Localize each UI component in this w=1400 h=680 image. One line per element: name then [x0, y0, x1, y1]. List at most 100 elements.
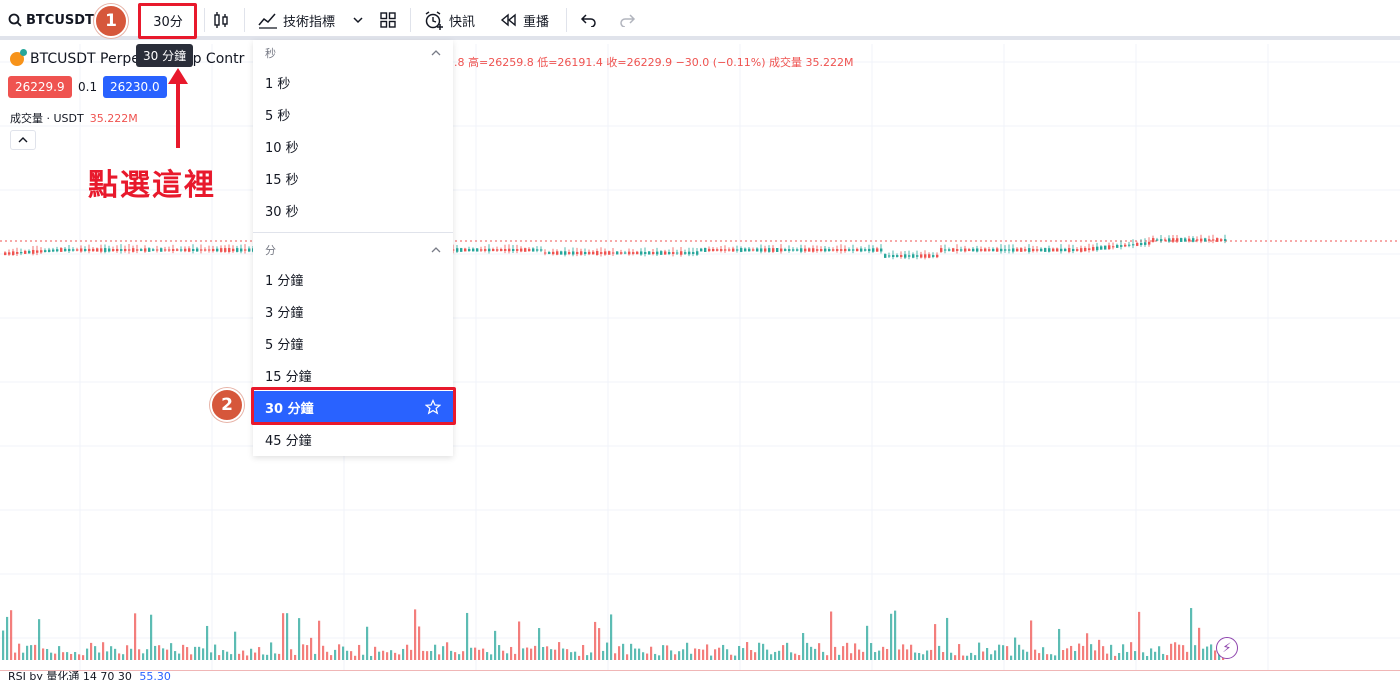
undo-button[interactable]	[580, 6, 598, 34]
spread-value: 0.1	[78, 80, 98, 94]
price-chart[interactable]	[0, 44, 1400, 674]
volume-bar	[42, 648, 45, 660]
candle	[1140, 242, 1143, 246]
candle	[220, 248, 223, 252]
candle	[976, 248, 979, 252]
candle	[648, 251, 651, 255]
candle	[1080, 248, 1083, 252]
volume-bar	[1102, 646, 1105, 660]
volume-bar	[98, 652, 101, 660]
candle	[1008, 249, 1011, 251]
interval-option[interactable]: 1 分鐘	[253, 263, 453, 295]
candle	[984, 248, 987, 252]
indicators-button[interactable]: 技術指標	[258, 6, 335, 34]
collapse-legend-button[interactable]	[10, 130, 36, 150]
volume-bar	[470, 647, 473, 660]
candle	[1132, 244, 1135, 246]
interval-option[interactable]: 3 分鐘	[253, 295, 453, 327]
volume-bar	[182, 644, 185, 660]
candle	[580, 251, 583, 255]
candle	[72, 249, 75, 251]
volume-bar	[598, 628, 601, 660]
interval-option[interactable]: 30 秒	[253, 194, 453, 226]
candle	[16, 252, 19, 254]
volume-bar	[1118, 652, 1121, 660]
volume-bar	[1106, 653, 1109, 660]
volume-bar	[726, 649, 729, 660]
candle	[1056, 248, 1059, 252]
volume-bar	[758, 642, 761, 660]
candle	[816, 249, 819, 251]
interval-option[interactable]: 15 秒	[253, 162, 453, 194]
minutes-section-header[interactable]: 分	[253, 237, 453, 263]
candle	[1100, 246, 1103, 250]
volume-bar	[1146, 655, 1149, 660]
candle	[136, 249, 139, 251]
candle	[96, 248, 99, 252]
interval-option[interactable]: 5 分鐘	[253, 327, 453, 359]
dropdown-divider	[253, 232, 453, 233]
volume-bar	[1014, 637, 1017, 660]
candle	[600, 252, 603, 254]
ohlc-values: .8 高=26259.8 低=26191.4 收=26229.9 −30.0 (…	[454, 56, 854, 69]
sell-price-button[interactable]: 26229.9	[8, 76, 72, 98]
volume-bar	[666, 645, 669, 660]
interval-option[interactable]: 5 秒	[253, 98, 453, 130]
candle	[1144, 242, 1147, 245]
indicators-dropdown-button[interactable]	[352, 6, 364, 34]
candle	[868, 248, 871, 252]
interval-option[interactable]: 1 秒	[253, 66, 453, 98]
symbol-label: BTCUSDT	[26, 12, 94, 28]
top-toolbar: BTCUSDT 30分 技術指標 快訊 重播	[0, 0, 1400, 40]
redo-button[interactable]	[618, 6, 636, 34]
symbol-search-button[interactable]: BTCUSDT	[8, 6, 94, 34]
lightning-icon[interactable]: ⚡	[1216, 637, 1238, 659]
volume-bar	[830, 611, 833, 660]
candle	[12, 251, 15, 256]
seconds-section-header[interactable]: 秒	[253, 40, 453, 66]
alert-button[interactable]: 快訊	[424, 6, 475, 34]
chart-type-button[interactable]	[212, 6, 230, 34]
toolbar-divider	[244, 8, 245, 32]
volume-bar	[314, 653, 317, 660]
candle	[28, 250, 31, 254]
candle	[576, 251, 579, 255]
buy-price-button[interactable]: 26230.0	[103, 76, 167, 98]
volume-bar	[806, 642, 809, 660]
symbol-legend-title-tail: ap Contr	[184, 51, 245, 67]
layout-button[interactable]	[379, 6, 397, 34]
candle	[828, 248, 831, 252]
volume-bar	[690, 653, 693, 660]
annotation-box-selected	[251, 387, 456, 425]
volume-value: 35.222M	[89, 112, 138, 125]
volume-bar	[502, 650, 505, 660]
candle	[472, 248, 475, 252]
candle	[1040, 248, 1043, 252]
volume-bar	[682, 649, 685, 660]
volume-bar	[458, 654, 461, 660]
volume-bar	[1150, 648, 1153, 660]
candle	[972, 248, 975, 252]
volume-bar	[346, 650, 349, 660]
volume-bar	[498, 645, 501, 660]
volume-bar	[90, 642, 93, 660]
volume-bar	[326, 651, 329, 660]
volume-bar	[882, 646, 885, 660]
candle	[488, 248, 491, 252]
volume-bar	[878, 650, 881, 660]
candle	[1188, 238, 1191, 242]
interval-option[interactable]: 10 秒	[253, 130, 453, 162]
interval-option[interactable]: 45 分鐘	[253, 423, 453, 455]
indicators-icon	[258, 13, 277, 29]
replay-button[interactable]: 重播	[500, 6, 549, 34]
candle	[4, 252, 7, 256]
volume-bar	[814, 648, 817, 660]
candle	[1204, 238, 1207, 242]
candle	[1124, 244, 1127, 247]
volume-bar	[1046, 654, 1049, 660]
volume-bar	[622, 643, 625, 660]
candle	[1136, 242, 1139, 246]
volume-bar	[38, 619, 41, 660]
volume-bar	[162, 648, 165, 660]
candle	[988, 249, 991, 251]
